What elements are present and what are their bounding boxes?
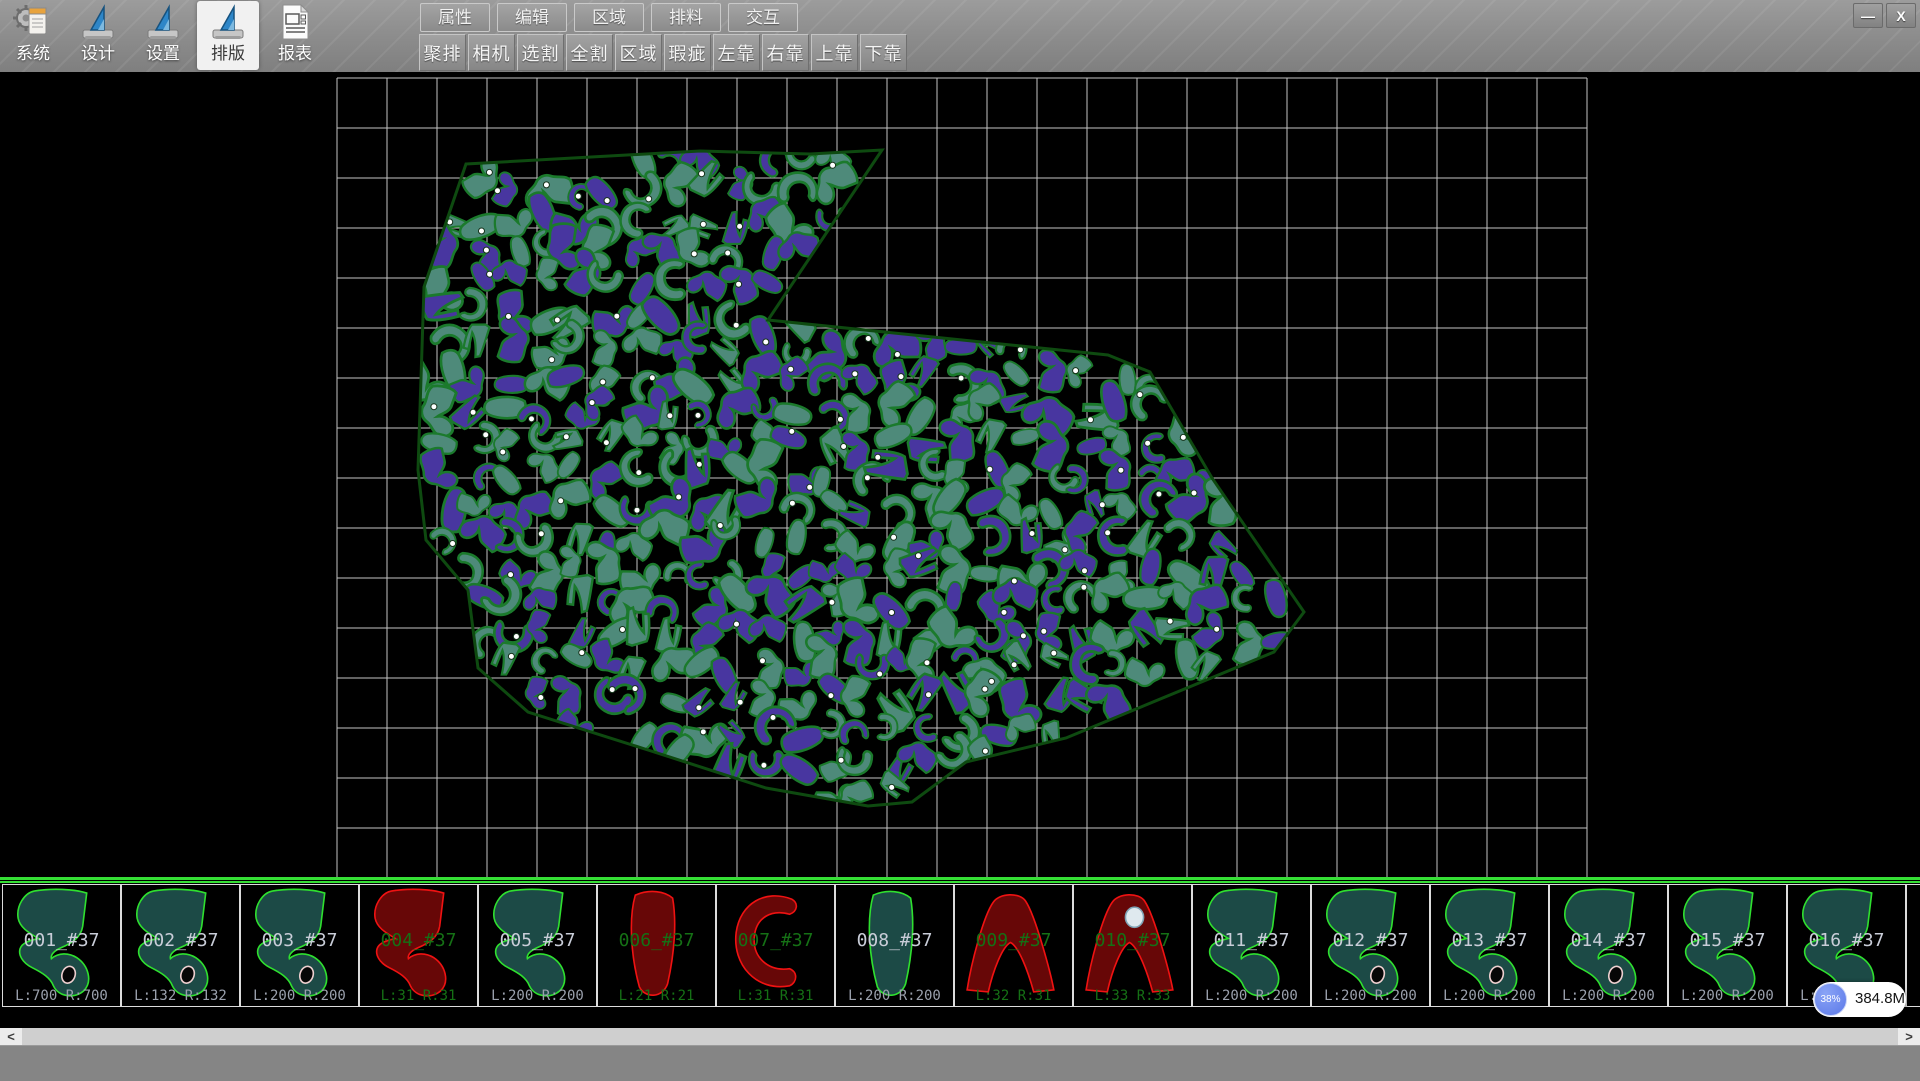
piece-thumbnail-008_#37[interactable]: 008_#37 L:200 R:200 xyxy=(835,884,954,1007)
thumbnail-piece-name: 005_#37 xyxy=(479,930,596,951)
piece-thumbnail-015_#37[interactable]: 015_#37 L:200 R:200 xyxy=(1668,884,1787,1007)
progress-badge: 38% 384.8M xyxy=(1813,982,1906,1017)
nesting-canvas[interactable] xyxy=(0,72,1920,877)
thumbnail-piece-name: 007_#37 xyxy=(717,930,834,951)
thumbnail-piece-name: 002_#37 xyxy=(122,930,239,951)
filmstrip-separator-line xyxy=(0,877,1920,880)
command-button-8[interactable]: 右靠 xyxy=(762,34,809,71)
app-button-settings[interactable]: 设置 xyxy=(132,1,194,70)
app-button-system[interactable]: 系统 xyxy=(2,1,64,70)
scroll-left-arrow-icon[interactable]: < xyxy=(0,1028,22,1045)
thumbnail-piece-counts: L:32 R:31 xyxy=(955,988,1072,1004)
thumbnail-piece-counts: L:132 R:132 xyxy=(122,988,239,1004)
menu-tab-1[interactable]: 属性 xyxy=(420,3,490,32)
thumbnail-piece-counts: L:31 R:31 xyxy=(717,988,834,1004)
thumbnail-piece-counts: L:200 R:200 xyxy=(1550,988,1667,1004)
thumbnail-piece-name: 012_#37 xyxy=(1312,930,1429,951)
window-controls: — X xyxy=(1853,3,1916,28)
piece-thumbnail-001_#37[interactable]: 001_#37 L:700 R:700 xyxy=(2,884,121,1007)
app-button-design[interactable]: 设计 xyxy=(67,1,129,70)
piece-thumbnail-006_#37[interactable]: 006_#37 L:21 R:21 xyxy=(597,884,716,1007)
memory-usage-value: 384.8M xyxy=(1855,990,1905,1007)
system-gear-icon xyxy=(13,2,53,42)
thumbnail-piece-counts: L:200 R:200 xyxy=(241,988,358,1004)
piece-thumbnail-002_#37[interactable]: 002_#37 L:132 R:132 xyxy=(121,884,240,1007)
thumbnail-piece-name: 014_#37 xyxy=(1550,930,1667,951)
thumbnail-piece-counts: L:200 R:200 xyxy=(1431,988,1548,1004)
thumbnail-piece-name: 015_#37 xyxy=(1669,930,1786,951)
app-button-label: 设计 xyxy=(81,39,115,64)
thumbnail-piece-name: 011_#37 xyxy=(1193,930,1310,951)
app-button-label: 设置 xyxy=(146,39,180,64)
thumbnail-piece-counts: L:200 R:200 xyxy=(1669,988,1786,1004)
piece-thumbnail-004_#37[interactable]: 004_#37 L:31 R:31 xyxy=(359,884,478,1007)
menu-tab-2[interactable]: 编辑 xyxy=(497,3,567,32)
thumbnail-piece-name: 010_#37 xyxy=(1074,930,1191,951)
scroll-right-arrow-icon[interactable]: > xyxy=(1898,1028,1920,1045)
piece-thumbnail-009_#37[interactable]: 009_#37 L:32 R:31 xyxy=(954,884,1073,1007)
minimize-button[interactable]: — xyxy=(1853,3,1883,28)
status-bar xyxy=(0,1045,1920,1081)
command-row: 聚排相机选割全割区域瑕疵左靠右靠上靠下靠 xyxy=(419,34,907,71)
close-button[interactable]: X xyxy=(1886,3,1916,28)
piece-thumbnail-017_#37[interactable]: 017_#37 L:31 R:31 xyxy=(1906,884,1920,1007)
thumbnail-piece-name: 016_#37 xyxy=(1788,930,1905,951)
design-ruler-icon xyxy=(78,2,118,42)
piece-thumbnail-010_#37[interactable]: 010_#37 L:33 R:33 xyxy=(1073,884,1192,1007)
settings-ruler-icon xyxy=(143,2,183,42)
horizontal-scrollbar[interactable]: < > xyxy=(0,1028,1920,1045)
command-button-6[interactable]: 瑕疵 xyxy=(664,34,711,71)
menu-tab-3[interactable]: 区域 xyxy=(574,3,644,32)
thumbnail-piece-name: 013_#37 xyxy=(1431,930,1548,951)
menu-tab-4[interactable]: 排料 xyxy=(651,3,721,32)
thumbnail-piece-counts: L:21 R:21 xyxy=(598,988,715,1004)
app-button-label: 排版 xyxy=(211,39,245,64)
thumbnail-piece-counts: L:31 R:31 xyxy=(360,988,477,1004)
app-button-nesting[interactable]: 排版 xyxy=(197,1,259,70)
thumbnail-piece-counts: L:200 R:200 xyxy=(836,988,953,1004)
thumbnail-piece-name: 003_#37 xyxy=(241,930,358,951)
menu-tabs: 属性编辑区域排料交互 xyxy=(420,3,798,32)
command-button-9[interactable]: 上靠 xyxy=(811,34,858,71)
command-button-5[interactable]: 区域 xyxy=(615,34,662,71)
piece-thumbnail-014_#37[interactable]: 014_#37 L:200 R:200 xyxy=(1549,884,1668,1007)
menu-tab-5[interactable]: 交互 xyxy=(728,3,798,32)
command-button-10[interactable]: 下靠 xyxy=(860,34,907,71)
canvas-svg xyxy=(0,72,1920,877)
thumbnail-piece-counts: L:200 R:200 xyxy=(1312,988,1429,1004)
thumbnail-piece-counts: L:200 R:200 xyxy=(1193,988,1310,1004)
command-button-1[interactable]: 聚排 xyxy=(419,34,466,71)
progress-percent-circle: 38% xyxy=(1814,983,1847,1016)
thumbnail-piece-name: 009_#37 xyxy=(955,930,1072,951)
nesting-app-window: 系统 设计 设置 xyxy=(0,0,1920,1080)
command-button-7[interactable]: 左靠 xyxy=(713,34,760,71)
thumbnail-piece-counts: L:33 R:33 xyxy=(1074,988,1191,1004)
toolbar: 系统 设计 设置 xyxy=(0,0,1920,72)
thumbnail-piece-name: 006_#37 xyxy=(598,930,715,951)
thumbnail-piece-name: 017_#37 xyxy=(1907,930,1920,951)
piece-thumbnail-013_#37[interactable]: 013_#37 L:200 R:200 xyxy=(1430,884,1549,1007)
thumbnail-piece-counts: L:700 R:700 xyxy=(3,988,120,1004)
thumbnail-piece-name: 004_#37 xyxy=(360,930,477,951)
thumbnail-piece-name: 001_#37 xyxy=(3,930,120,951)
piece-thumbnail-007_#37[interactable]: 007_#37 L:31 R:31 xyxy=(716,884,835,1007)
command-button-2[interactable]: 相机 xyxy=(468,34,515,71)
piece-thumbnail-005_#37[interactable]: 005_#37 L:200 R:200 xyxy=(478,884,597,1007)
app-button-report[interactable]: 报表 xyxy=(264,1,326,70)
command-button-3[interactable]: 选割 xyxy=(517,34,564,71)
piece-thumbnail-012_#37[interactable]: 012_#37 L:200 R:200 xyxy=(1311,884,1430,1007)
nesting-ruler-icon xyxy=(208,2,248,42)
app-button-label: 报表 xyxy=(278,39,312,64)
thumbnail-row: 001_#37L:700 R:700002_#37L:132 R:132003_… xyxy=(2,884,1920,1007)
thumbnail-piece-name: 008_#37 xyxy=(836,930,953,951)
report-doc-icon xyxy=(275,2,315,42)
thumbnail-piece-counts: L:31 R:31 xyxy=(1907,988,1920,1004)
piece-thumbnail-003_#37[interactable]: 003_#37 L:200 R:200 xyxy=(240,884,359,1007)
command-button-4[interactable]: 全割 xyxy=(566,34,613,71)
thumbnail-piece-counts: L:200 R:200 xyxy=(479,988,596,1004)
piece-filmstrip: 001_#37L:700 R:700002_#37L:132 R:132003_… xyxy=(0,877,1920,1008)
app-button-label: 系统 xyxy=(16,39,50,64)
piece-thumbnail-011_#37[interactable]: 011_#37 L:200 R:200 xyxy=(1192,884,1311,1007)
filmstrip-separator-line2 xyxy=(0,881,1920,883)
